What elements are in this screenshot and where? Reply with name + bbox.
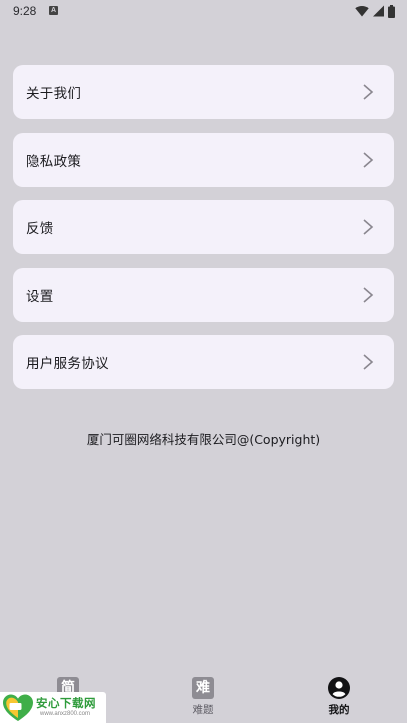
- watermark-logo-icon: [3, 694, 33, 721]
- tab-hard[interactable]: 难 难题: [163, 668, 243, 723]
- menu-item-feedback[interactable]: 反馈: [13, 200, 394, 254]
- menu-item-label: 用户服务协议: [26, 356, 109, 372]
- chevron-right-icon: [363, 286, 374, 303]
- chevron-right-icon: [363, 151, 374, 168]
- tab-label: 难题: [192, 704, 214, 716]
- watermark: 安心下载网 www.anxz800.com: [0, 692, 106, 723]
- copyright-text: 厦门可圈网络科技有限公司@(Copyright): [86, 432, 321, 447]
- menu-item-label: 关于我们: [26, 86, 82, 102]
- menu-item-label: 隐私政策: [26, 153, 82, 170]
- battery-icon: [388, 4, 395, 18]
- status-time: 9:28: [13, 4, 37, 18]
- tab-label: 我的: [328, 704, 350, 716]
- chevron-right-icon: [363, 354, 374, 370]
- tab-mine[interactable]: 我的: [299, 668, 379, 723]
- menu-item-settings[interactable]: 设置: [13, 267, 394, 322]
- settings-menu: 关于我们 隐私政策 反馈 设置 用户服务协议: [13, 65, 394, 403]
- wifi-icon: [355, 5, 369, 17]
- notification-a-icon: A: [49, 6, 58, 15]
- watermark-url: www.anxz800.com: [40, 711, 91, 717]
- cell-signal-icon: [373, 5, 384, 17]
- menu-item-privacy-policy[interactable]: 隐私政策: [13, 132, 394, 187]
- status-bar: 9:28 A: [0, 0, 407, 22]
- profile-icon: [328, 677, 350, 699]
- menu-item-user-agreement[interactable]: 用户服务协议: [13, 335, 394, 389]
- menu-item-about-us[interactable]: 关于我们: [13, 65, 394, 119]
- status-icons: [355, 4, 395, 18]
- hard-icon: 难: [192, 677, 214, 699]
- menu-item-label: 反馈: [26, 221, 54, 237]
- chevron-right-icon: [363, 219, 374, 235]
- watermark-title: 安心下载网: [36, 696, 96, 710]
- menu-item-label: 设置: [26, 288, 54, 305]
- chevron-right-icon: [363, 84, 374, 100]
